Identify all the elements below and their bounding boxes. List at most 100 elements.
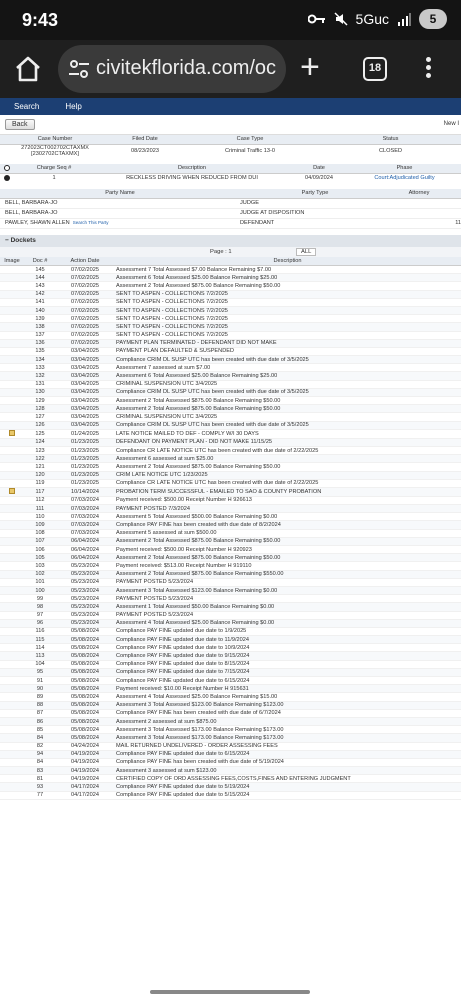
- docket-action-date: 05/23/2024: [56, 586, 114, 596]
- docket-row: 130 03/04/2025 Compliance CRIM DL SUSP UTC…: [0, 388, 461, 398]
- docket-action-date: 04/19/2024: [56, 758, 114, 768]
- docket-image-cell: [0, 545, 24, 555]
- docket-description: Compliance PAY FINE has been created wit…: [114, 758, 461, 768]
- dockets-header[interactable]: − Dockets: [0, 234, 461, 247]
- docket-action-date: 05/23/2024: [56, 594, 114, 604]
- docket-row: 97 05/23/2024 PAYMENT POSTED 5/23/2024: [0, 611, 461, 620]
- docket-row: 102 05/23/2024 Assessment 2 Total Assessed…: [0, 570, 461, 579]
- party-table: Party Name Party Type Attorney BELL, BAR…: [0, 189, 461, 229]
- docket-description: PROBATION TERM SUCCESSFUL - EMAILED TO S…: [114, 487, 461, 497]
- docket-action-date: 04/19/2024: [56, 766, 114, 776]
- document-image-icon[interactable]: [9, 429, 15, 436]
- docket-image-cell: [0, 537, 24, 547]
- docket-image-cell: [0, 692, 24, 702]
- docket-description: Assessment 6 assessed at sum $25.00: [114, 454, 461, 464]
- new-link[interactable]: New I: [444, 121, 459, 127]
- docket-action-date: 05/08/2024: [56, 684, 114, 694]
- docket-row: 142 07/02/2025 SENT TO ASPEN - COLLECTIONS…: [0, 290, 461, 299]
- docket-description: PAYMENT POSTED 7/3/2024: [114, 504, 461, 514]
- docket-doc-num: 100: [24, 586, 56, 596]
- col-docket-description: Description: [114, 256, 461, 266]
- expand-all-icon[interactable]: [0, 164, 14, 174]
- docket-description: Assessment 7 assessed at sum $7.00: [114, 363, 461, 373]
- document-image-icon[interactable]: [9, 487, 15, 494]
- docket-doc-num: 85: [24, 725, 56, 735]
- docket-image-cell[interactable]: [0, 487, 24, 497]
- menu-icon[interactable]: [425, 54, 431, 84]
- docket-image-cell: [0, 331, 24, 340]
- docket-doc-num: 139: [24, 314, 56, 324]
- new-tab-icon[interactable]: +: [300, 50, 320, 84]
- clock: 9:43: [22, 10, 59, 30]
- top-nav: Search Help: [0, 98, 461, 115]
- docket-description: Assessment 2 Total Assessed $875.00 Bala…: [114, 570, 461, 579]
- docket-doc-num: 143: [24, 281, 56, 291]
- docket-description: Assessment 3 assessed at sum $123.00: [114, 766, 461, 776]
- docket-action-date: 05/23/2024: [56, 570, 114, 579]
- charge-phase[interactable]: Court:Adjudicated Guilty: [348, 173, 461, 183]
- docket-description: Assessment 4 Total Assessed $25.00 Balan…: [114, 619, 461, 628]
- docket-action-date: 05/23/2024: [56, 561, 114, 571]
- docket-image-cell: [0, 611, 24, 620]
- docket-description: Compliance PAY FINE updated due date to …: [114, 676, 461, 686]
- docket-description: SENT TO ASPEN - COLLECTIONS 7/2/2025: [114, 290, 461, 299]
- search-this-party-link[interactable]: Search This Party: [73, 220, 109, 225]
- docket-image-cell: [0, 446, 24, 456]
- docket-row: 109 07/03/2024 Compliance PAY FINE has bee…: [0, 520, 461, 530]
- gesture-bar[interactable]: [150, 990, 310, 994]
- party-row: BELL, BARBARA-JO JUDGE: [0, 198, 461, 209]
- docket-doc-num: 88: [24, 701, 56, 710]
- docket-image-cell: [0, 586, 24, 596]
- docket-image-cell: [0, 471, 24, 480]
- docket-image-cell: [0, 709, 24, 718]
- docket-action-date: 01/23/2025: [56, 438, 114, 447]
- docket-image-cell: [0, 766, 24, 776]
- back-button[interactable]: Back: [5, 119, 35, 130]
- docket-image-cell: [0, 561, 24, 571]
- dockets-table: Image Doc # Action Date Description 145 0…: [0, 256, 461, 800]
- docket-row: 88 05/08/2024 Assessment 3 Total Assessed …: [0, 701, 461, 710]
- docket-description: Compliance PAY FINE updated due date to …: [114, 651, 461, 661]
- nav-search[interactable]: Search: [14, 102, 39, 111]
- mute-icon: [334, 12, 348, 26]
- docket-description: SENT TO ASPEN - COLLECTIONS 7/2/2025: [114, 322, 461, 332]
- network-label: 5Guc: [355, 11, 389, 27]
- expand-charge-icon[interactable]: [0, 173, 14, 183]
- docket-description: CRIMINAL SUSPENSION UTC 3/4/2025: [114, 412, 461, 422]
- docket-doc-num: 90: [24, 684, 56, 694]
- docket-description: Assessment 2 Total Assessed $875.00 Bala…: [114, 404, 461, 414]
- tab-switcher-button[interactable]: 18: [363, 57, 387, 81]
- party-extra: 11: [448, 218, 461, 229]
- docket-action-date: 07/02/2025: [56, 331, 114, 340]
- docket-image-cell: [0, 578, 24, 587]
- docket-description: Assessment 7 Total Assessed $7.00 Balanc…: [114, 265, 461, 275]
- docket-doc-num: 101: [24, 578, 56, 587]
- docket-description: CERTIFIED COPY OF ORD ASSESSING FEES,COS…: [114, 774, 461, 784]
- docket-doc-num: 89: [24, 692, 56, 702]
- docket-doc-num: 116: [24, 627, 56, 637]
- home-icon[interactable]: [14, 55, 42, 83]
- case-status: CLOSED: [378, 148, 402, 155]
- docket-image-cell[interactable]: [0, 429, 24, 439]
- docket-row: 94 04/19/2024 Compliance PAY FINE updated …: [0, 750, 461, 759]
- docket-description: PAYMENT POSTED 5/23/2024: [114, 594, 461, 604]
- docket-image-cell: [0, 355, 24, 365]
- address-bar[interactable]: civitekflorida.com/oc: [58, 45, 286, 93]
- docket-description: SENT TO ASPEN - COLLECTIONS 7/2/2025: [114, 314, 461, 324]
- docket-doc-num: 111: [24, 504, 56, 514]
- docket-action-date: 01/23/2025: [56, 471, 114, 480]
- docket-description: Assessment 3 Total Assessed $123.00 Bala…: [114, 701, 461, 710]
- site-settings-icon[interactable]: [68, 59, 90, 79]
- docket-image-cell: [0, 339, 24, 348]
- docket-action-date: 07/02/2025: [56, 265, 114, 275]
- nav-help[interactable]: Help: [65, 102, 81, 111]
- dockets-filter-select[interactable]: ALL: [296, 247, 317, 256]
- docket-doc-num: 84: [24, 758, 56, 768]
- docket-image-cell: [0, 676, 24, 686]
- docket-action-date: 05/08/2024: [56, 668, 114, 678]
- docket-image-cell: [0, 758, 24, 768]
- docket-doc-num: 112: [24, 496, 56, 506]
- docket-doc-num: 91: [24, 676, 56, 686]
- docket-row: 140 07/02/2025 SENT TO ASPEN - COLLECTIONS…: [0, 306, 461, 316]
- docket-action-date: 05/08/2024: [56, 725, 114, 735]
